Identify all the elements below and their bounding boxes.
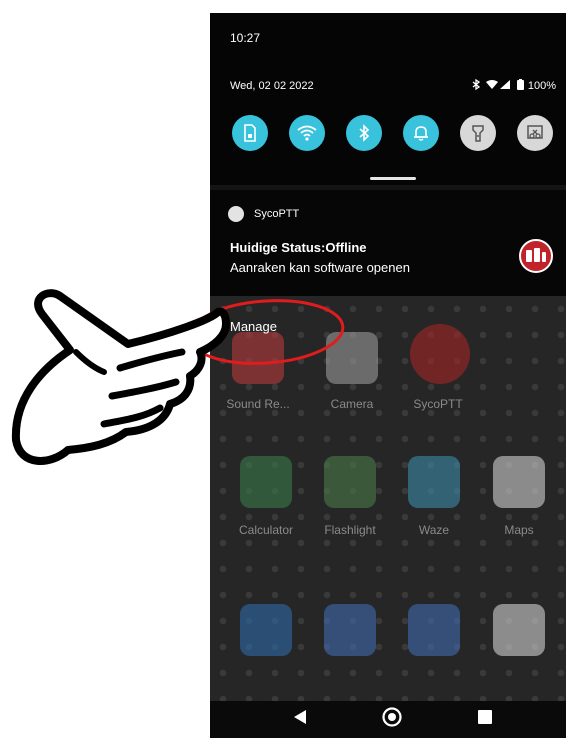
navigation-bar [210,701,566,738]
manage-button[interactable]: Manage [230,319,277,334]
camera-app-icon[interactable] [326,332,378,384]
back-button-icon[interactable] [294,710,306,724]
notification-text: Aanraken kan software openen [230,260,410,275]
clock: 10:27 [230,31,261,45]
app-label: Calculator [238,523,294,537]
notification-shade: 10:27 Wed, 02 02 2022 100% [210,13,566,185]
calculator-app-icon[interactable] [240,456,292,508]
hand-icon [11,289,230,465]
bluetooth-icon[interactable] [346,115,382,151]
flashlight-app-icon[interactable] [324,456,376,508]
bluetooth-status-icon [472,78,481,93]
quick-settings [232,115,553,151]
app-label: SycoPTT [413,397,463,411]
app-label: Camera [330,397,374,411]
recents-button-icon[interactable] [478,710,492,724]
flashlight-icon[interactable] [460,115,496,151]
drag-handle[interactable] [370,177,416,180]
status-icons: 100% [472,78,556,93]
app-label: Waze [418,523,450,537]
wifi-icon[interactable] [289,115,325,151]
sycoptt-app-icon[interactable] [410,324,470,384]
phone-app-icon[interactable] [240,604,292,656]
signal-icon [485,79,513,93]
app-label: Maps [504,523,534,537]
maps-app-icon[interactable] [493,456,545,508]
chrome-app-icon[interactable] [493,604,545,656]
date: Wed, 02 02 2022 [230,80,314,92]
phone-screen: 10:27 Wed, 02 02 2022 100% SycoPTT Huidi… [210,13,566,738]
app-icon-dot [228,206,244,222]
home-screen-background: Sound Re... Camera SycoPTT Calculator Fl… [210,296,566,701]
battery-percent: 100% [527,80,556,92]
waze-app-icon[interactable] [408,456,460,508]
notification-title: Huidige Status:Offline [230,240,367,255]
notification-app-name: SycoPTT [254,208,300,220]
messages-app-icon[interactable] [324,604,376,656]
app-label: Sound Re... [226,397,290,411]
screenshot-icon[interactable] [517,115,553,151]
sound-recorder-app-icon[interactable] [232,332,284,384]
sim-card-icon[interactable] [232,115,268,151]
bell-icon[interactable] [403,115,439,151]
app-label: Flashlight [324,523,376,537]
sycoptt-logo-icon [519,239,553,273]
battery-icon [516,79,524,93]
contacts-app-icon[interactable] [408,604,460,656]
